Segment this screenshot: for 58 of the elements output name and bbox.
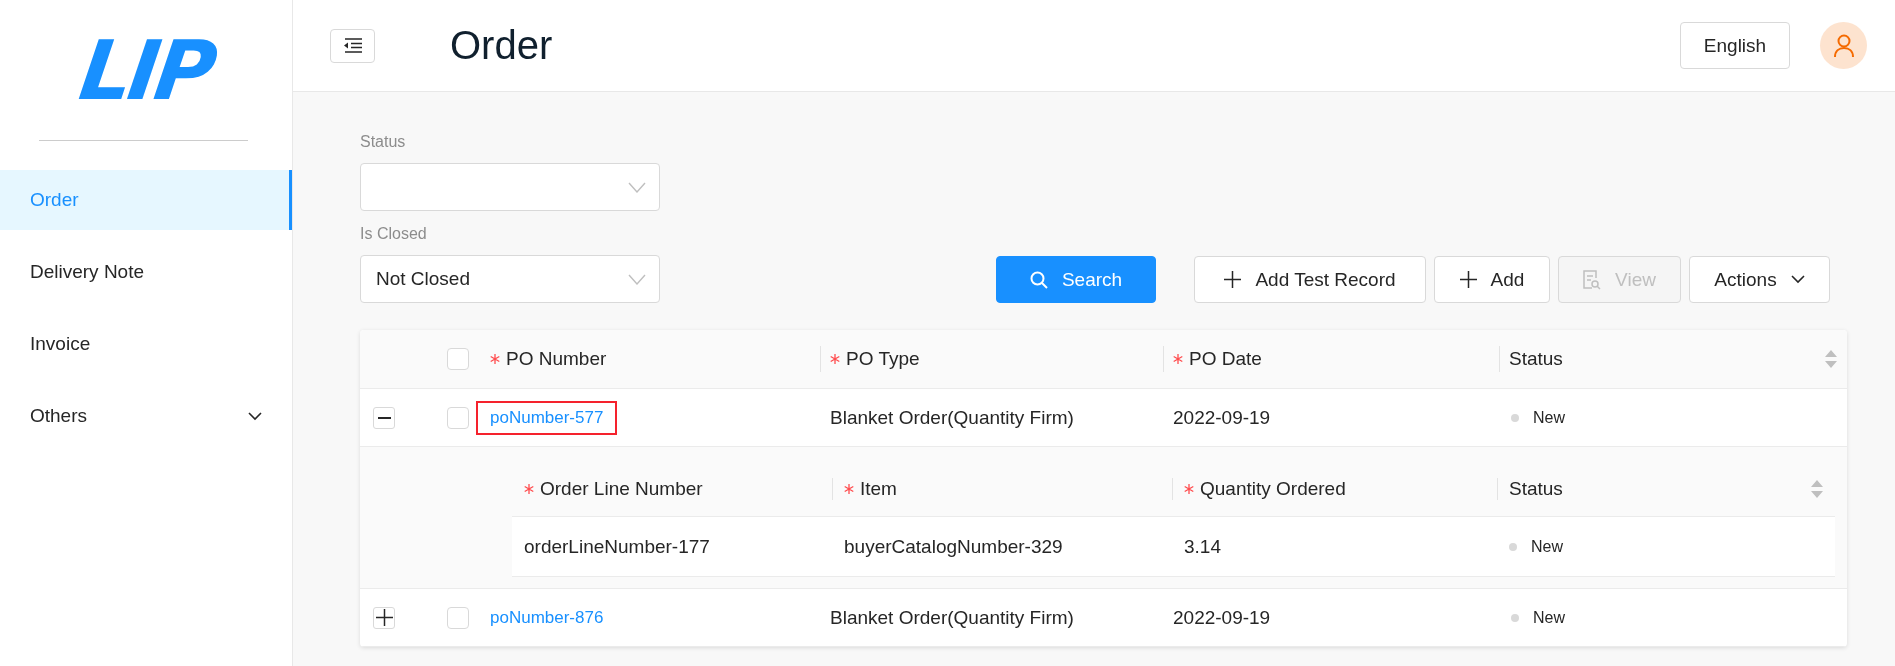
table-cell-text: 2022-09-19 bbox=[1172, 406, 1272, 429]
plus-icon bbox=[1224, 271, 1242, 288]
sidebar-item[interactable]: Invoice bbox=[0, 314, 292, 374]
chevron-down-icon bbox=[628, 273, 646, 285]
required-icon bbox=[830, 354, 840, 364]
sort-icon[interactable] bbox=[1825, 350, 1837, 368]
sidebar-item[interactable]: Delivery Note bbox=[0, 242, 292, 302]
user-icon bbox=[1832, 33, 1855, 58]
required-icon bbox=[844, 484, 854, 494]
field-label: Is Closed bbox=[360, 224, 428, 244]
sidebar-item[interactable]: Others bbox=[0, 386, 292, 446]
required-icon bbox=[1173, 354, 1183, 364]
select-field[interactable]: Not Closed bbox=[360, 255, 660, 303]
document-search-icon bbox=[1583, 269, 1602, 290]
logo: LIP bbox=[73, 22, 219, 118]
status-cell: New bbox=[1497, 537, 1835, 556]
select-field[interactable] bbox=[360, 163, 660, 211]
chevron-down-icon bbox=[1790, 275, 1805, 284]
plus-icon bbox=[375, 609, 393, 626]
checkbox[interactable] bbox=[447, 348, 469, 370]
sort-icon[interactable] bbox=[1811, 480, 1823, 498]
chevron-down-icon bbox=[248, 411, 262, 421]
page-title: Order bbox=[450, 23, 553, 68]
field-label: Status bbox=[360, 132, 407, 152]
language-button[interactable]: English bbox=[1680, 22, 1790, 69]
column-header: PO Number bbox=[480, 330, 820, 388]
required-icon bbox=[524, 484, 534, 494]
table-cell-text: buyerCatalogNumber-329 bbox=[843, 535, 1064, 558]
search-icon bbox=[1029, 270, 1048, 289]
status-cell: New bbox=[1499, 608, 1847, 627]
table-cell-text: orderLineNumber-177 bbox=[523, 535, 711, 558]
table-cell-text: Blanket Order(Quantity Firm) bbox=[829, 606, 1075, 629]
menu-toggle-button[interactable] bbox=[330, 28, 375, 63]
add-button[interactable]: Add bbox=[1434, 256, 1550, 303]
table-cell-text: Blanket Order(Quantity Firm) bbox=[829, 406, 1075, 429]
column-header: PO Date bbox=[1163, 330, 1499, 388]
checkbox[interactable] bbox=[447, 406, 469, 429]
minus-icon bbox=[377, 416, 391, 419]
required-icon bbox=[1184, 484, 1194, 494]
actions-button[interactable]: Actions bbox=[1689, 256, 1830, 303]
checkbox[interactable] bbox=[447, 606, 469, 629]
expand-button[interactable] bbox=[373, 406, 395, 429]
column-header: Order Line Number bbox=[512, 462, 832, 516]
menu-fold-icon bbox=[342, 38, 363, 53]
column-header: PO Type bbox=[820, 330, 1163, 388]
column-header: Item bbox=[832, 462, 1172, 516]
column-header[interactable]: Status bbox=[1497, 462, 1835, 516]
expand-button[interactable] bbox=[373, 606, 395, 629]
status-cell: New bbox=[1499, 408, 1847, 427]
avatar[interactable] bbox=[1820, 22, 1867, 69]
column-header[interactable]: Status bbox=[1499, 330, 1847, 388]
column-header: Quantity Ordered bbox=[1172, 462, 1497, 516]
chevron-down-icon bbox=[628, 181, 646, 193]
required-icon bbox=[490, 354, 500, 364]
add-button[interactable]: Add Test Record bbox=[1194, 256, 1426, 303]
table-cell-text: 2022-09-19 bbox=[1172, 606, 1272, 629]
plus-icon bbox=[1459, 271, 1477, 288]
table-cell-text: 3.14 bbox=[1183, 535, 1222, 558]
